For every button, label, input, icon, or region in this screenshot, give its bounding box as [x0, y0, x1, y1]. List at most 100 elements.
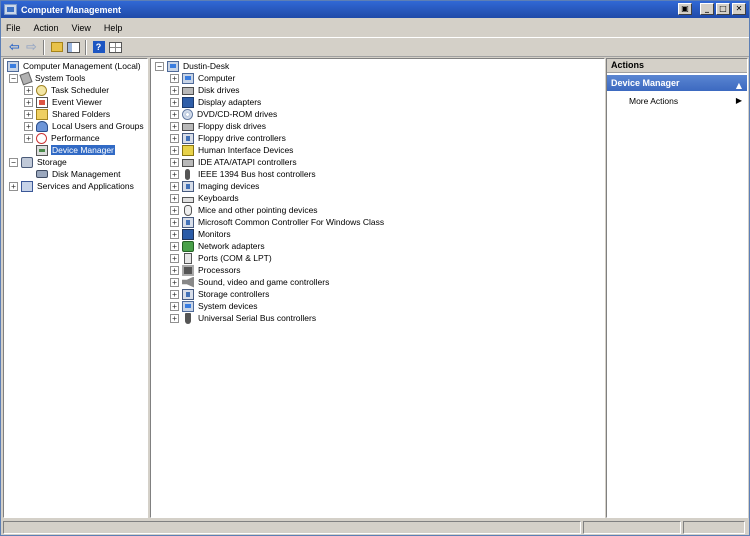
device-category-ide[interactable]: + IDE ATA/ATAPI controllers: [170, 156, 298, 168]
device-category-imaging[interactable]: + Imaging devices: [170, 180, 260, 192]
expand-icon[interactable]: +: [24, 97, 33, 107]
expand-icon[interactable]: +: [24, 121, 33, 131]
properties-button[interactable]: [107, 39, 124, 55]
device-tree-pane[interactable]: − Dustin-Desk + Computer + Disk drives +…: [150, 58, 605, 518]
tree-item-performance[interactable]: + Performance: [24, 132, 101, 144]
tree-item-task-scheduler[interactable]: + Task Scheduler: [24, 84, 110, 96]
device-category-label: Human Interface Devices: [198, 145, 294, 155]
window-controls: ▣ _ □ ✕: [678, 3, 746, 15]
device-category-system-devices[interactable]: + System devices: [170, 300, 259, 312]
device-category-floppy-drives[interactable]: + Floppy disk drives: [170, 120, 267, 132]
expand-icon[interactable]: +: [170, 193, 179, 203]
device-category-monitors[interactable]: + Monitors: [170, 228, 232, 240]
menu-help[interactable]: Help: [104, 23, 123, 33]
menu-view[interactable]: View: [72, 23, 91, 33]
expand-icon[interactable]: +: [170, 157, 179, 167]
expand-icon[interactable]: +: [170, 169, 179, 179]
expand-icon[interactable]: +: [170, 217, 179, 227]
help-button[interactable]: ?: [90, 39, 107, 55]
device-category-network[interactable]: + Network adapters: [170, 240, 266, 252]
expand-icon[interactable]: +: [24, 85, 33, 95]
expand-icon[interactable]: +: [170, 133, 179, 143]
up-one-level-button[interactable]: [48, 39, 65, 55]
expand-icon[interactable]: +: [9, 181, 18, 191]
expand-icon[interactable]: +: [170, 229, 179, 239]
device-category-ports[interactable]: + Ports (COM & LPT): [170, 252, 273, 264]
expand-icon[interactable]: +: [170, 289, 179, 299]
tree-item-local-users[interactable]: + Local Users and Groups: [24, 120, 145, 132]
actions-section-device-manager[interactable]: Device Manager ▲: [607, 75, 747, 91]
close-button[interactable]: ✕: [732, 3, 746, 15]
expand-icon[interactable]: +: [170, 277, 179, 287]
tree-item-root[interactable]: Computer Management (Local): [7, 60, 142, 72]
back-button[interactable]: ⇦: [6, 39, 23, 55]
expand-icon[interactable]: +: [170, 205, 179, 215]
expand-icon[interactable]: +: [170, 73, 179, 83]
ide-controller-icon: [182, 159, 194, 167]
tree-item-services[interactable]: + Services and Applications: [9, 180, 135, 192]
expand-icon[interactable]: +: [170, 253, 179, 263]
device-category-display-adapters[interactable]: + Display adapters: [170, 96, 262, 108]
device-category-processors[interactable]: + Processors: [170, 264, 242, 276]
tree-item-storage[interactable]: − Storage: [9, 156, 68, 168]
network-adapter-icon: [182, 240, 194, 252]
expand-icon[interactable]: +: [170, 181, 179, 191]
title-bar[interactable]: Computer Management ▣ _ □ ✕: [1, 1, 749, 18]
device-category-dvd-drives[interactable]: + DVD/CD-ROM drives: [170, 108, 278, 120]
collapse-icon[interactable]: −: [155, 61, 164, 71]
show-hide-tree-button[interactable]: [65, 39, 82, 55]
menu-action[interactable]: Action: [34, 23, 59, 33]
minimize-button[interactable]: _: [700, 3, 714, 15]
restore-view-icon[interactable]: ▣: [678, 3, 692, 15]
expand-icon[interactable]: +: [170, 301, 179, 311]
tree-item-disk-management[interactable]: Disk Management: [24, 168, 122, 180]
expand-icon[interactable]: +: [24, 133, 33, 143]
device-category-label: Floppy drive controllers: [198, 133, 286, 143]
collapse-icon[interactable]: ▲: [736, 78, 742, 94]
device-category-disk-drives[interactable]: + Disk drives: [170, 84, 241, 96]
more-actions-item[interactable]: More Actions ▶: [607, 94, 747, 108]
expand-icon[interactable]: +: [170, 265, 179, 275]
tree-item-label: System Tools: [35, 73, 86, 83]
tree-item-system-tools[interactable]: − System Tools: [9, 71, 86, 85]
computer-management-icon: [7, 60, 19, 72]
device-category-label: Floppy disk drives: [198, 121, 267, 131]
tree-item-label: Shared Folders: [52, 109, 111, 119]
device-category-hid[interactable]: + Human Interface Devices: [170, 144, 294, 156]
device-category-ieee1394[interactable]: + IEEE 1394 Bus host controllers: [170, 168, 317, 180]
processor-icon: [182, 264, 194, 276]
keyboard-icon: [182, 196, 194, 203]
device-category-ms-common-controller[interactable]: + Microsoft Common Controller For Window…: [170, 216, 385, 228]
game-controller-icon: [182, 216, 194, 228]
expand-icon[interactable]: +: [170, 145, 179, 155]
collapse-icon[interactable]: −: [9, 157, 18, 167]
expand-icon[interactable]: +: [170, 109, 179, 119]
device-category-usb[interactable]: + Universal Serial Bus controllers: [170, 312, 317, 324]
tree-item-event-viewer[interactable]: + Event Viewer: [24, 96, 103, 108]
device-tree-root[interactable]: − Dustin-Desk: [155, 60, 230, 72]
forward-button[interactable]: ⇨: [23, 39, 40, 55]
device-category-label: Universal Serial Bus controllers: [198, 313, 317, 323]
console-tree[interactable]: Computer Management (Local) − System Too…: [3, 58, 148, 518]
expand-icon[interactable]: +: [170, 241, 179, 251]
device-category-floppy-controllers[interactable]: + Floppy drive controllers: [170, 132, 287, 144]
expand-icon[interactable]: +: [24, 109, 33, 119]
menu-file[interactable]: File: [6, 23, 21, 33]
actions-section-title: Device Manager: [611, 78, 680, 88]
device-category-mice[interactable]: + Mice and other pointing devices: [170, 204, 319, 216]
device-category-storage-controllers[interactable]: + Storage controllers: [170, 288, 270, 300]
tree-item-device-manager[interactable]: Device Manager: [24, 144, 115, 156]
expand-icon[interactable]: +: [170, 121, 179, 131]
storage-controller-icon: [182, 288, 194, 300]
device-category-computer[interactable]: + Computer: [170, 72, 236, 84]
device-category-sound[interactable]: + Sound, video and game controllers: [170, 276, 330, 288]
device-category-keyboards[interactable]: + Keyboards: [170, 192, 240, 204]
expand-icon[interactable]: +: [170, 85, 179, 95]
expand-icon[interactable]: +: [170, 313, 179, 323]
storage-icon: [21, 156, 33, 168]
maximize-button[interactable]: □: [716, 3, 730, 15]
expand-icon[interactable]: +: [170, 97, 179, 107]
tree-item-shared-folders[interactable]: + Shared Folders: [24, 108, 111, 120]
collapse-icon[interactable]: −: [9, 73, 18, 83]
device-category-label: Computer: [198, 73, 236, 83]
